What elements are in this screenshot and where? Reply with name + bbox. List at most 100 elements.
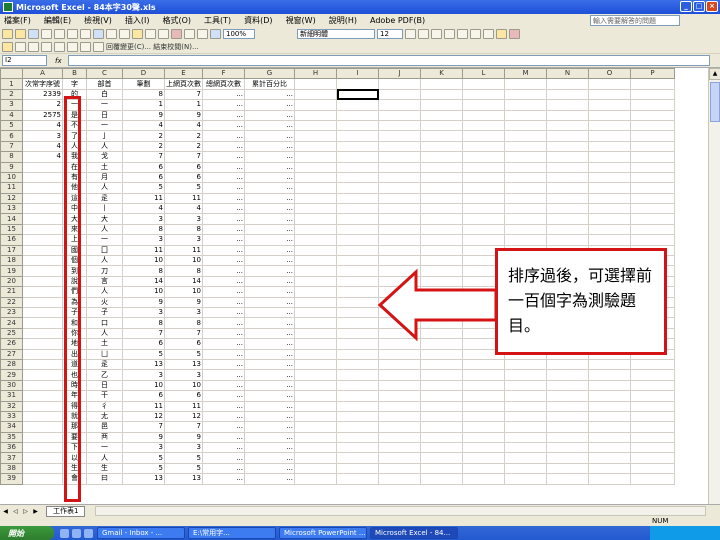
row-header[interactable]: 32 bbox=[0, 400, 23, 412]
cell[interactable] bbox=[546, 452, 589, 464]
cell[interactable]: 3 bbox=[164, 306, 203, 319]
cell[interactable]: ... bbox=[244, 390, 295, 402]
cell[interactable] bbox=[504, 379, 547, 392]
align-right-icon[interactable] bbox=[470, 28, 481, 39]
quick-launch-icon[interactable] bbox=[84, 528, 93, 538]
font-color-icon[interactable] bbox=[509, 28, 520, 39]
cell[interactable] bbox=[294, 358, 337, 371]
cell[interactable] bbox=[546, 473, 589, 485]
cell[interactable]: 曰 bbox=[86, 473, 123, 485]
cell[interactable]: 3 bbox=[122, 369, 165, 381]
cell[interactable]: ... bbox=[244, 317, 295, 329]
name-box[interactable]: I2 bbox=[2, 55, 47, 66]
cell[interactable]: ... bbox=[202, 431, 245, 444]
cell[interactable] bbox=[462, 462, 505, 475]
cell[interactable]: ... bbox=[202, 109, 245, 121]
menu-data[interactable]: 資料(D) bbox=[244, 15, 272, 26]
cell[interactable]: 時 bbox=[62, 379, 87, 392]
taskbar-item-folder[interactable]: E:\常用字... bbox=[188, 527, 276, 539]
cell[interactable] bbox=[336, 369, 379, 381]
cell[interactable] bbox=[294, 400, 337, 412]
comment-icon[interactable] bbox=[54, 41, 65, 52]
cell[interactable]: 要 bbox=[62, 431, 87, 444]
cell[interactable] bbox=[294, 431, 337, 444]
cell[interactable] bbox=[336, 182, 379, 194]
cell[interactable] bbox=[294, 213, 337, 225]
cell[interactable] bbox=[588, 421, 631, 433]
cell[interactable]: 日 bbox=[86, 109, 123, 121]
cell[interactable] bbox=[546, 140, 589, 153]
cell[interactable]: ... bbox=[244, 171, 295, 184]
cell[interactable] bbox=[336, 88, 379, 101]
cell[interactable] bbox=[588, 358, 631, 371]
cell[interactable] bbox=[546, 390, 589, 402]
row-header[interactable]: 19 bbox=[0, 265, 23, 277]
cell[interactable]: ... bbox=[202, 151, 245, 163]
cell[interactable]: ... bbox=[244, 400, 295, 412]
cell[interactable]: 了 bbox=[62, 130, 87, 142]
cell[interactable] bbox=[630, 119, 675, 132]
font-name-select[interactable]: 新細明體 bbox=[297, 28, 375, 39]
cell[interactable] bbox=[378, 119, 421, 132]
cell[interactable] bbox=[504, 151, 547, 163]
cell[interactable] bbox=[420, 109, 463, 121]
cell[interactable] bbox=[546, 130, 589, 142]
cell[interactable] bbox=[588, 99, 631, 111]
cell[interactable]: 子 bbox=[86, 306, 123, 319]
cell[interactable]: ... bbox=[202, 317, 245, 329]
cell[interactable]: 個 bbox=[62, 255, 87, 267]
row-header[interactable]: 6 bbox=[0, 130, 23, 142]
cell[interactable] bbox=[630, 462, 675, 475]
cell[interactable]: 10 bbox=[164, 255, 203, 267]
cell[interactable] bbox=[378, 348, 421, 360]
cell[interactable] bbox=[336, 161, 379, 173]
cell[interactable] bbox=[630, 410, 675, 423]
cell[interactable]: ... bbox=[244, 119, 295, 132]
cell[interactable]: 人 bbox=[86, 255, 123, 267]
cell[interactable] bbox=[588, 462, 631, 475]
cell[interactable]: 你 bbox=[62, 327, 87, 340]
cell[interactable] bbox=[378, 390, 421, 402]
cell[interactable]: 7 bbox=[164, 421, 203, 433]
cell[interactable] bbox=[462, 171, 505, 184]
cell[interactable]: ... bbox=[244, 213, 295, 225]
cell[interactable] bbox=[378, 452, 421, 464]
cell[interactable] bbox=[462, 130, 505, 142]
cell[interactable]: 一 bbox=[86, 234, 123, 246]
open-file-icon[interactable] bbox=[15, 28, 26, 39]
cell[interactable]: 10 bbox=[164, 286, 203, 298]
cell[interactable]: 11 bbox=[122, 400, 165, 412]
cell[interactable]: 7 bbox=[122, 421, 165, 433]
cell[interactable]: 8 bbox=[122, 265, 165, 277]
cell[interactable] bbox=[22, 338, 63, 350]
first-sheet-icon[interactable]: ◀ bbox=[1, 507, 10, 516]
cell[interactable] bbox=[378, 223, 421, 236]
cell[interactable] bbox=[294, 244, 337, 257]
cell[interactable] bbox=[630, 78, 675, 90]
cell[interactable]: 來 bbox=[62, 223, 87, 236]
cell[interactable]: ... bbox=[202, 265, 245, 277]
row-header[interactable]: 20 bbox=[0, 275, 23, 288]
last-sheet-icon[interactable]: ▶ bbox=[31, 507, 40, 516]
cell[interactable] bbox=[294, 410, 337, 423]
cell[interactable]: 8 bbox=[122, 317, 165, 329]
cell[interactable] bbox=[294, 390, 337, 402]
cell[interactable]: ... bbox=[202, 473, 245, 485]
cell[interactable]: 火 bbox=[86, 296, 123, 309]
cell[interactable]: 是 bbox=[62, 109, 87, 121]
col-header-m[interactable]: M bbox=[504, 68, 547, 80]
cell[interactable] bbox=[378, 213, 421, 225]
cell[interactable] bbox=[546, 151, 589, 163]
cell[interactable] bbox=[504, 182, 547, 194]
cell[interactable] bbox=[588, 410, 631, 423]
cell[interactable] bbox=[22, 327, 63, 340]
cell[interactable] bbox=[420, 400, 463, 412]
cell[interactable]: ... bbox=[202, 99, 245, 111]
cell[interactable]: 月 bbox=[86, 171, 123, 184]
cell[interactable]: 9 bbox=[122, 431, 165, 444]
cell[interactable] bbox=[462, 379, 505, 392]
cell[interactable]: 5 bbox=[164, 182, 203, 194]
cell[interactable]: 生 bbox=[86, 462, 123, 475]
cell[interactable]: ... bbox=[244, 452, 295, 464]
menu-insert[interactable]: 插入(I) bbox=[125, 15, 150, 26]
